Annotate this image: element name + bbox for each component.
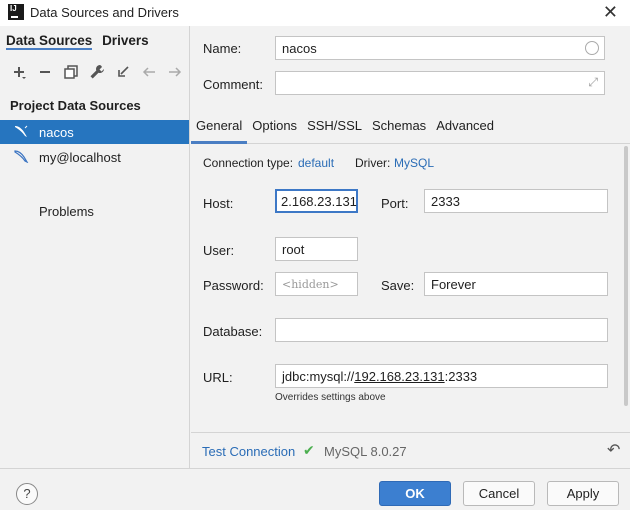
- save-dropdown[interactable]: Forever: [424, 272, 608, 296]
- datasource-item-nacos[interactable]: nacos: [0, 120, 189, 144]
- mysql-dolphin-icon: [14, 124, 30, 141]
- url-field[interactable]: jdbc:mysql://192.168.23.131:2333: [275, 364, 608, 388]
- color-circle-icon[interactable]: [585, 41, 599, 55]
- driver-label: Driver:: [355, 156, 391, 170]
- problems-item[interactable]: Problems: [39, 204, 94, 219]
- url-host: 192.168.23.131: [354, 368, 445, 384]
- left-toolbar: [8, 62, 186, 82]
- connection-type-link[interactable]: default: [298, 156, 334, 170]
- host-field[interactable]: 2.168.23.131: [275, 189, 358, 213]
- comment-label: Comment:: [203, 77, 263, 92]
- url-prefix: jdbc:mysql://: [282, 368, 355, 384]
- datasource-label: nacos: [39, 124, 74, 140]
- password-placeholder: <hidden>: [282, 277, 339, 291]
- tab-schemas[interactable]: Schemas: [367, 114, 431, 144]
- dialog-button-bar: ? OK Cancel Apply: [0, 468, 630, 510]
- datasource-label: my@localhost: [39, 149, 121, 165]
- mysql-dolphin-icon: [14, 149, 30, 166]
- tab-ssh-ssl[interactable]: SSH/SSL: [302, 114, 367, 144]
- connection-type-label: Connection type:: [203, 156, 294, 170]
- tab-options[interactable]: Options: [247, 114, 302, 144]
- datasource-item-my-localhost[interactable]: my@localhost: [0, 145, 189, 169]
- tab-data-sources[interactable]: Data Sources: [6, 33, 93, 50]
- window-title: Data Sources and Drivers: [30, 5, 179, 20]
- settings-tabs: General Options SSH/SSL Schemas Advanced: [191, 114, 630, 144]
- test-status: MySQL 8.0.27: [324, 444, 407, 459]
- save-value: Forever: [431, 276, 476, 292]
- left-panel: Data Sources Drivers Project Data Source…: [0, 26, 190, 468]
- apply-button[interactable]: Apply: [547, 481, 619, 506]
- wrench-icon[interactable]: [86, 62, 108, 82]
- host-value: 2.168.23.131: [281, 193, 357, 209]
- reset-icon[interactable]: ↶: [607, 440, 620, 460]
- help-button[interactable]: ?: [16, 483, 38, 505]
- database-label: Database:: [203, 324, 263, 339]
- user-field[interactable]: root: [275, 237, 358, 261]
- tab-general[interactable]: General: [191, 114, 248, 144]
- tab-drivers[interactable]: Drivers: [102, 33, 149, 48]
- driver-link[interactable]: MySQL: [394, 156, 434, 170]
- port-label: Port:: [381, 196, 409, 211]
- name-field[interactable]: nacos: [275, 36, 605, 60]
- test-connection-link[interactable]: Test Connection: [202, 444, 295, 459]
- check-icon: ✔: [303, 442, 315, 458]
- ok-button[interactable]: OK: [379, 481, 451, 506]
- forward-arrow-icon[interactable]: [164, 62, 186, 82]
- left-panel-tabs: Data Sources Drivers: [6, 33, 155, 50]
- back-arrow-icon[interactable]: [138, 62, 160, 82]
- title-bar: IJ Data Sources and Drivers ✕: [0, 0, 630, 26]
- divider: [191, 432, 630, 433]
- tab-advanced[interactable]: Advanced: [431, 114, 499, 144]
- user-value: root: [282, 241, 305, 257]
- password-field[interactable]: <hidden>: [275, 272, 358, 296]
- intellij-app-icon: IJ: [8, 4, 24, 20]
- duplicate-icon[interactable]: [60, 62, 82, 82]
- database-field[interactable]: [275, 318, 608, 342]
- remove-icon[interactable]: [34, 62, 56, 82]
- project-data-sources-heading: Project Data Sources: [10, 98, 141, 113]
- url-label: URL:: [203, 370, 233, 385]
- import-icon[interactable]: [112, 62, 134, 82]
- cancel-button[interactable]: Cancel: [463, 481, 535, 506]
- port-field[interactable]: 2333: [424, 189, 608, 213]
- port-value: 2333: [431, 193, 460, 209]
- name-label: Name:: [203, 41, 242, 56]
- save-label: Save:: [381, 278, 415, 293]
- url-hint: Overrides settings above: [275, 392, 386, 403]
- add-icon[interactable]: [8, 62, 30, 82]
- expand-icon[interactable]: ⤢: [588, 75, 598, 90]
- comment-field[interactable]: ⤢: [275, 71, 605, 95]
- host-label: Host:: [203, 196, 234, 211]
- url-suffix: :2333: [444, 368, 478, 384]
- close-icon[interactable]: ✕: [603, 2, 618, 23]
- user-label: User:: [203, 243, 235, 258]
- name-value: nacos: [282, 40, 317, 56]
- form-scrollbar[interactable]: [624, 146, 628, 406]
- right-panel: Name: nacos Comment: ⤢ General Options S…: [191, 26, 630, 468]
- password-label: Password:: [203, 278, 264, 293]
